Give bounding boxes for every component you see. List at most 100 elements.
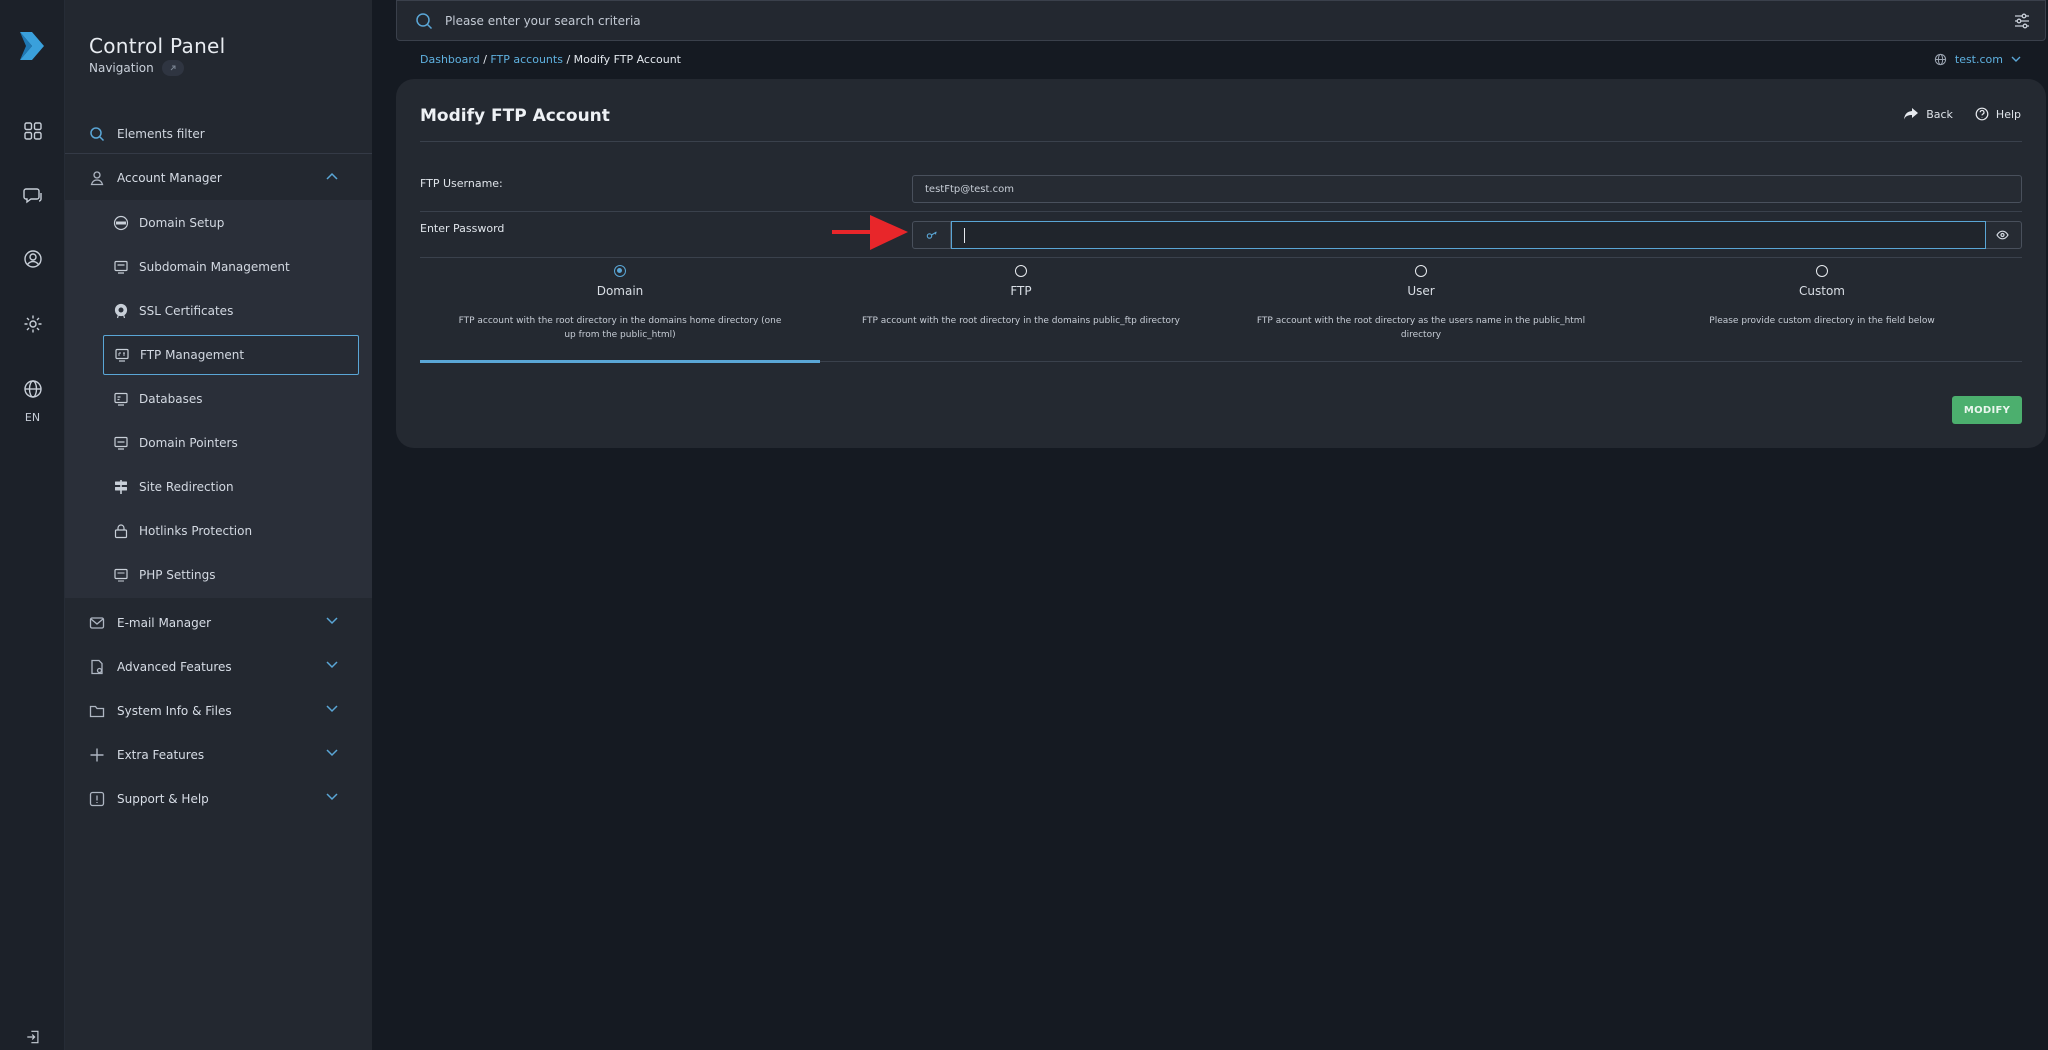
ftp-icon: [115, 348, 129, 362]
filter-sliders-icon[interactable]: [2013, 12, 2031, 30]
sidebar-item-ssl-certificates[interactable]: SSL Certificates: [103, 291, 359, 331]
sidebar-section-email-manager[interactable]: E-mail Manager: [65, 601, 372, 645]
sidebar-item-label: Databases: [139, 392, 203, 406]
settings-gear-icon[interactable]: [22, 313, 44, 335]
account-manager-submenu: Domain Setup Subdomain Management SSL Ce…: [65, 200, 372, 598]
sidebar-section-system-info-files[interactable]: System Info & Files: [65, 689, 372, 733]
sidebar-item-site-redirection[interactable]: Site Redirection: [103, 467, 359, 507]
dashboard-grid-icon[interactable]: [22, 120, 44, 142]
chevron-down-icon: [326, 705, 338, 713]
sidebar-item-hotlinks-protection[interactable]: Hotlinks Protection: [103, 511, 359, 551]
option-ftp[interactable]: FTP FTP account with the root directory …: [821, 265, 1221, 328]
ftp-username-field[interactable]: testFtp@test.com: [912, 175, 2022, 203]
globe-icon[interactable]: [22, 378, 44, 400]
back-button[interactable]: Back: [1903, 107, 1953, 121]
sidebar-item-domain-setup[interactable]: Domain Setup: [103, 203, 359, 243]
option-domain[interactable]: Domain FTP account with the root directo…: [420, 265, 820, 342]
toggle-password-visibility-button[interactable]: [1984, 222, 2021, 248]
sidebar-item-ftp-management[interactable]: FTP Management: [103, 335, 359, 375]
elements-filter-label: Elements filter: [117, 127, 205, 141]
option-name: FTP: [1010, 284, 1032, 298]
mail-icon: [89, 617, 105, 629]
sidebar-item-label: Domain Pointers: [139, 436, 238, 450]
radio-domain[interactable]: [614, 265, 626, 277]
radio-custom[interactable]: [1816, 265, 1828, 277]
user-circle-icon[interactable]: [22, 248, 44, 270]
sidebar-item-label: Domain Setup: [139, 216, 225, 230]
domain-icon: [113, 215, 129, 231]
selected-option-indicator: [420, 360, 820, 363]
elements-filter[interactable]: Elements filter: [89, 122, 359, 146]
radio-user[interactable]: [1415, 265, 1427, 277]
sidebar-item-label: Site Redirection: [139, 480, 234, 494]
search-icon: [90, 127, 105, 142]
sidebar-item-label: SSL Certificates: [139, 304, 234, 318]
sidebar-section-support-help[interactable]: Support & Help: [65, 777, 372, 821]
sidebar-section-account-manager[interactable]: Account Manager: [65, 156, 372, 200]
page-title: Modify FTP Account: [420, 106, 610, 126]
option-custom[interactable]: Custom Please provide custom directory i…: [1622, 265, 2022, 328]
logo-icon[interactable]: [16, 28, 48, 64]
option-user[interactable]: User FTP account with the root directory…: [1221, 265, 1621, 342]
domain-selector[interactable]: test.com: [1934, 53, 2021, 66]
language-label[interactable]: EN: [0, 411, 65, 424]
breadcrumb-ftp-accounts[interactable]: FTP accounts: [490, 53, 563, 66]
option-description: FTP account with the root directory in t…: [458, 316, 782, 340]
chevron-down-icon: [326, 793, 338, 801]
breadcrumb-dashboard[interactable]: Dashboard: [420, 53, 480, 66]
divider: [65, 153, 372, 154]
search-icon: [416, 12, 433, 29]
sidebar-section-advanced-features[interactable]: Advanced Features: [65, 645, 372, 689]
breadcrumb-current: Modify FTP Account: [573, 53, 681, 66]
help-button[interactable]: Help: [1975, 107, 2021, 121]
sidebar-section-extra-features[interactable]: Extra Features: [65, 733, 372, 777]
password-input[interactable]: [951, 221, 1986, 249]
back-arrow-icon: [1904, 108, 1919, 120]
chevron-down-icon: [2011, 56, 2021, 62]
option-name: Domain: [596, 284, 644, 298]
icon-rail: EN: [0, 0, 65, 1050]
sidebar-item-label: Hotlinks Protection: [139, 524, 253, 538]
back-label: Back: [1926, 107, 1953, 121]
monitor-icon: [114, 260, 128, 274]
option-description: FTP account with the root directory in t…: [861, 316, 1181, 326]
section-label: Support & Help: [117, 792, 209, 806]
logout-icon[interactable]: [22, 1028, 44, 1046]
domain-selector-value: test.com: [1954, 53, 2003, 66]
chevron-down-icon: [326, 661, 338, 669]
sidebar: Control Panel Navigation Elements filter…: [65, 0, 372, 1050]
chat-icon[interactable]: [22, 184, 44, 206]
folder-icon: [89, 705, 105, 718]
app-title: Control Panel: [89, 34, 226, 58]
option-name: Custom: [1799, 284, 1845, 298]
globe-icon: [1934, 53, 1946, 66]
lock-icon: [114, 524, 128, 539]
section-label: Extra Features: [117, 748, 205, 762]
pin-icon[interactable]: [161, 60, 184, 76]
user-icon: [90, 171, 104, 186]
key-icon: [926, 231, 937, 239]
document-gear-icon: [91, 659, 103, 675]
breadcrumb: Dashboard / FTP accounts / Modify FTP Ac…: [420, 53, 681, 66]
text-caret: [964, 228, 965, 243]
section-label: E-mail Manager: [117, 616, 212, 630]
database-icon: [114, 392, 128, 406]
sidebar-item-domain-pointers[interactable]: Domain Pointers: [103, 423, 359, 463]
radio-ftp[interactable]: [1015, 265, 1027, 277]
password-group: [912, 221, 2022, 249]
sidebar-item-databases[interactable]: Databases: [103, 379, 359, 419]
ftp-username-label: FTP Username:: [420, 177, 503, 190]
annotation-arrow-icon: [832, 215, 908, 250]
sidebar-item-label: Subdomain Management: [139, 260, 290, 274]
signpost-icon: [115, 480, 127, 494]
alert-icon: [89, 791, 105, 807]
php-icon: [114, 568, 128, 582]
sidebar-item-php-settings[interactable]: PHP Settings: [103, 555, 359, 595]
modify-button[interactable]: MODIFY: [1952, 396, 2022, 424]
navigation-label: Navigation: [89, 61, 154, 75]
search-input[interactable]: Please enter your search criteria: [445, 14, 641, 28]
section-label: Account Manager: [117, 171, 222, 185]
sidebar-item-subdomain-management[interactable]: Subdomain Management: [103, 247, 359, 287]
global-search-bar[interactable]: Please enter your search criteria: [396, 0, 2046, 41]
generate-password-button[interactable]: [913, 222, 951, 248]
